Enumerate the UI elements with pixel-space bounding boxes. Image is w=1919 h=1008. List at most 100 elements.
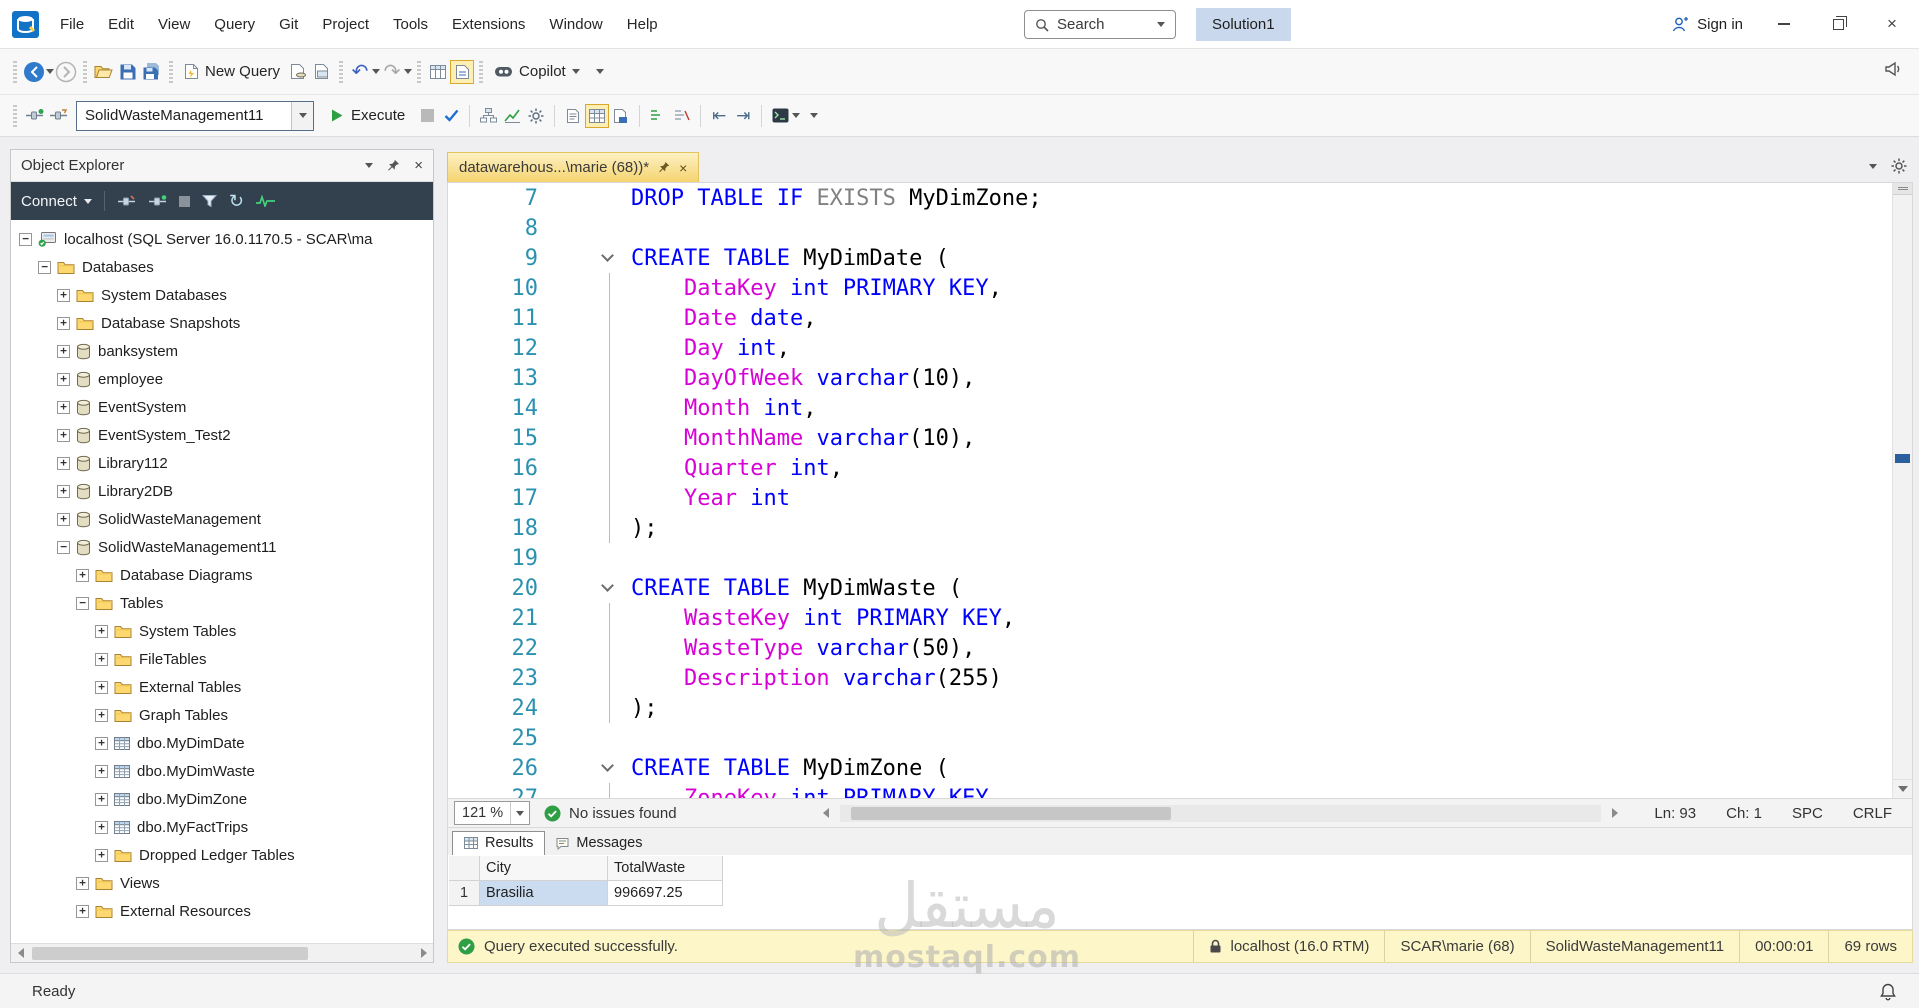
tree-item-graph-tables[interactable]: + Graph Tables — [11, 701, 433, 729]
tree-item-eventsystem[interactable]: + EventSystem — [11, 393, 433, 421]
search-input[interactable]: Search — [1024, 10, 1176, 39]
expand-icon[interactable]: + — [95, 820, 108, 834]
expand-icon[interactable]: + — [57, 372, 70, 386]
expand-icon[interactable]: + — [57, 428, 70, 442]
toolbar-overflow-icon[interactable] — [595, 69, 604, 74]
tree-item-database-diagrams[interactable]: + Database Diagrams — [11, 561, 433, 589]
connect-button[interactable]: Connect — [21, 193, 92, 210]
redo-dropdown-icon[interactable] — [404, 69, 413, 74]
collapse-icon[interactable]: − — [38, 260, 51, 274]
vscroll-thumb[interactable] — [1895, 453, 1910, 463]
execute-button[interactable]: Execute — [320, 103, 415, 128]
tree-item-library112[interactable]: + Library112 — [11, 449, 433, 477]
tree-item-localhost-sql-server-16-0-1170-5-scar-ma[interactable]: − localhost (SQL Server 16.0.1170.5 - SCA… — [11, 225, 433, 253]
row-header[interactable]: 1 — [449, 881, 480, 906]
grid-corner[interactable] — [449, 856, 480, 881]
scroll-down-button[interactable] — [1893, 779, 1912, 798]
sqlcmd-mode-icon[interactable] — [768, 104, 792, 128]
menu-file[interactable]: File — [48, 10, 96, 39]
menu-query[interactable]: Query — [202, 10, 267, 39]
tree-item-employee[interactable]: + employee — [11, 365, 433, 393]
sqlcmd-dropdown-icon[interactable] — [792, 113, 801, 118]
menu-git[interactable]: Git — [267, 10, 310, 39]
tab-messages[interactable]: Messages — [545, 832, 653, 855]
toolbar-grip[interactable] — [417, 60, 422, 83]
expand-icon[interactable]: + — [76, 568, 89, 582]
zoom-selector[interactable]: 121 % — [454, 801, 530, 825]
collapse-icon[interactable]: − — [57, 540, 70, 554]
copilot-button[interactable]: Copilot — [488, 59, 586, 84]
tree-item-views[interactable]: + Views — [11, 869, 433, 897]
tree-item-dropped-ledger-tables[interactable]: + Dropped Ledger Tables — [11, 841, 433, 869]
save-button[interactable] — [116, 60, 140, 84]
pin-icon[interactable] — [387, 159, 400, 173]
uncomment-selection-icon[interactable] — [670, 104, 694, 128]
tree-item-dbo-mydimzone[interactable]: + dbo.MyDimZone — [11, 785, 433, 813]
scroll-right-button[interactable] — [414, 944, 433, 963]
close-tab-icon[interactable]: × — [679, 160, 687, 176]
expand-icon[interactable]: + — [95, 792, 108, 806]
decrease-indent-icon[interactable]: ⇤ — [707, 104, 731, 128]
column-header-city[interactable]: City — [480, 856, 608, 881]
redo-button[interactable]: ↷ — [380, 60, 404, 84]
navigate-forward-button[interactable] — [54, 60, 78, 84]
results-grid[interactable]: City TotalWaste 1 Brasilia 996697.25 — [447, 855, 1913, 930]
scroll-left-button[interactable] — [817, 804, 836, 823]
tree-item-eventsystem-test2[interactable]: + EventSystem_Test2 — [11, 421, 433, 449]
open-file-button[interactable] — [92, 60, 116, 84]
tree-item-databases[interactable]: − Databases — [11, 253, 433, 281]
tree-item-external-resources[interactable]: + External Resources — [11, 897, 433, 925]
toolbar-grip[interactable] — [339, 60, 344, 83]
tree-item-dbo-mydimdate[interactable]: + dbo.MyDimDate — [11, 729, 433, 757]
object-explorer-hscrollbar[interactable] — [11, 943, 433, 962]
pin-icon[interactable] — [658, 161, 670, 174]
menu-view[interactable]: View — [146, 10, 202, 39]
connect-icon[interactable] — [22, 104, 46, 128]
expand-icon[interactable]: + — [57, 288, 70, 302]
toolbar-grip[interactable] — [169, 60, 173, 83]
menu-edit[interactable]: Edit — [96, 10, 146, 39]
expand-icon[interactable]: + — [57, 456, 70, 470]
tree-item-database-snapshots[interactable]: + Database Snapshots — [11, 309, 433, 337]
feedback-icon[interactable] — [1883, 60, 1903, 78]
fold-toggle-icon[interactable] — [548, 243, 631, 273]
expand-icon[interactable]: + — [57, 512, 70, 526]
menu-tools[interactable]: Tools — [381, 10, 440, 39]
hscroll-thumb[interactable] — [32, 947, 309, 960]
expand-icon[interactable]: + — [76, 876, 89, 890]
stop-icon[interactable] — [178, 195, 190, 207]
sql-code-editor[interactable]: 7 DROP TABLE IF EXISTS MyDimZone; 8 9 CREATE… — [447, 182, 1913, 799]
tree-item-system-tables[interactable]: + System Tables — [11, 617, 433, 645]
increase-indent-icon[interactable]: ⇥ — [731, 104, 755, 128]
navigate-back-button[interactable] — [22, 60, 46, 84]
expand-icon[interactable]: + — [76, 904, 89, 918]
tree-item-dbo-mydimwaste[interactable]: + dbo.MyDimWaste — [11, 757, 433, 785]
parse-icon[interactable] — [439, 104, 463, 128]
hscroll-thumb[interactable] — [851, 806, 1171, 820]
expand-icon[interactable]: + — [95, 764, 108, 778]
solution-selector[interactable]: Solution1 — [1196, 8, 1291, 41]
scroll-left-button[interactable] — [11, 944, 30, 963]
cell-city[interactable]: Brasilia — [480, 881, 608, 906]
new-query-button[interactable]: New Query — [178, 59, 286, 84]
disconnect-icon[interactable] — [117, 194, 136, 209]
tree-item-system-databases[interactable]: + System Databases — [11, 281, 433, 309]
tree-item-solidwastemanagement11[interactable]: − SolidWasteManagement11 — [11, 533, 433, 561]
fold-toggle-icon[interactable] — [548, 573, 631, 603]
sign-in-button[interactable]: Sign in — [1671, 10, 1743, 39]
query-options-icon[interactable] — [524, 104, 548, 128]
refresh-icon[interactable]: ↻ — [229, 192, 244, 210]
tree-item-dbo-myfacttrips[interactable]: + dbo.MyFactTrips — [11, 813, 433, 841]
expand-icon[interactable]: + — [57, 400, 70, 414]
results-to-text-icon[interactable] — [561, 104, 585, 128]
gear-icon[interactable] — [1891, 158, 1907, 174]
close-button[interactable]: × — [1865, 0, 1919, 48]
expand-icon[interactable]: + — [95, 680, 108, 694]
editor-hscrollbar[interactable] — [839, 804, 1602, 822]
panel-menu-icon[interactable] — [365, 163, 374, 168]
estimated-plan-icon[interactable] — [476, 104, 500, 128]
results-to-grid-icon[interactable] — [585, 103, 610, 128]
minimize-button[interactable] — [1757, 0, 1811, 48]
database-selector[interactable]: SolidWasteManagement11 — [76, 100, 314, 131]
cell-totalwaste[interactable]: 996697.25 — [608, 881, 723, 906]
